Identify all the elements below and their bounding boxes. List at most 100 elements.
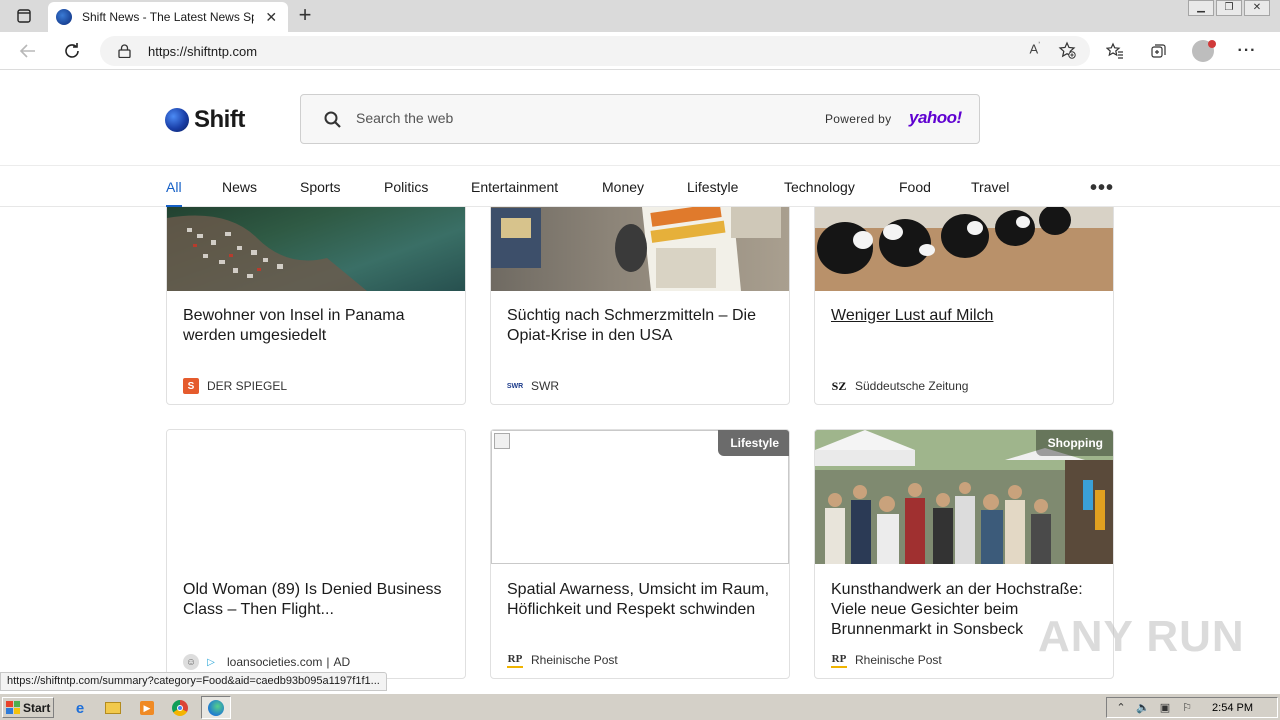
tab-actions-button[interactable] xyxy=(8,4,40,28)
edge-taskbar-button[interactable] xyxy=(201,696,231,719)
category-money[interactable]: Money xyxy=(602,179,644,195)
close-window-icon[interactable]: ✕ xyxy=(1244,0,1270,16)
windows-logo-icon xyxy=(6,701,20,714)
category-travel[interactable]: Travel xyxy=(971,179,1009,195)
tab-bar: Shift News - The Latest News Spc ✕ + ▁ ❐… xyxy=(0,0,1280,32)
restore-icon[interactable]: ❐ xyxy=(1216,0,1242,16)
chrome-icon[interactable] xyxy=(170,698,190,718)
category-lifestyle[interactable]: Lifestyle xyxy=(687,179,738,195)
card-source: RP Rheinische Post xyxy=(831,652,942,668)
anyrun-watermark: ANY RUN xyxy=(1038,612,1245,661)
url-text: https://shiftntp.com xyxy=(148,43,258,59)
card-source: SWR SWR xyxy=(507,378,559,394)
card-source: RP Rheinische Post xyxy=(507,652,618,668)
collections-icon[interactable] xyxy=(1144,38,1174,64)
address-bar: https://shiftntp.com Aʼ ··· xyxy=(0,32,1280,70)
close-tab-icon[interactable]: ✕ xyxy=(262,9,280,26)
category-badge: Shopping xyxy=(1035,430,1113,456)
category-entertainment[interactable]: Entertainment xyxy=(471,179,558,195)
card-image xyxy=(815,207,1113,291)
shift-logo[interactable]: Shift xyxy=(165,106,245,134)
minimize-icon[interactable]: ▁ xyxy=(1188,0,1214,16)
ad-card[interactable]: Old Woman (89) Is Denied Business Class … xyxy=(166,429,466,679)
card-image xyxy=(491,207,789,291)
category-badge: Lifestyle xyxy=(718,430,789,456)
logo-text: Shift xyxy=(194,106,245,133)
add-favorite-icon[interactable] xyxy=(1058,41,1076,64)
card-title[interactable]: Weniger Lust auf Milch xyxy=(831,306,1101,326)
tab-actions-icon xyxy=(17,9,31,23)
tray-expand-icon[interactable]: ⌃ xyxy=(1113,701,1129,715)
rp-logo-icon: RP xyxy=(831,652,847,668)
category-politics[interactable]: Politics xyxy=(384,179,428,195)
news-card[interactable]: Süchtig nach Schmerzmitteln – Die Opiat-… xyxy=(490,207,790,405)
source-name: loansocieties.com xyxy=(227,655,323,669)
card-title[interactable]: Spatial Awarness, Umsicht im Raum, Höfli… xyxy=(507,580,777,620)
ie-icon[interactable]: e xyxy=(70,698,90,718)
news-card[interactable]: Weniger Lust auf Milch SZ Süddeutsche Ze… xyxy=(814,207,1114,405)
yahoo-logo[interactable]: yahoo! xyxy=(909,108,962,128)
shift-logo-icon xyxy=(165,108,189,132)
sz-logo-icon: SZ xyxy=(831,378,847,393)
refresh-icon[interactable] xyxy=(58,38,86,64)
category-technology[interactable]: Technology xyxy=(784,179,855,195)
category-sports[interactable]: Sports xyxy=(300,179,340,195)
broken-image-icon xyxy=(494,433,510,449)
url-field[interactable]: https://shiftntp.com Aʼ xyxy=(100,36,1090,66)
search-box: Powered by yahoo! xyxy=(300,94,980,144)
source-name: Rheinische Post xyxy=(855,653,942,667)
start-label: Start xyxy=(23,700,51,715)
site-header: Shift Powered by yahoo! xyxy=(0,70,1280,166)
advertiser-logo-icon: ☺ xyxy=(183,654,199,670)
status-url-preview: https://shiftntp.com/summary?category=Fo… xyxy=(0,672,387,691)
source-name: Süddeutsche Zeitung xyxy=(855,379,969,393)
favorites-icon[interactable] xyxy=(1100,38,1130,64)
clock[interactable]: 2:54 PM xyxy=(1212,702,1253,714)
lock-icon xyxy=(118,44,131,58)
separator: | xyxy=(326,655,330,669)
settings-more-icon[interactable]: ··· xyxy=(1232,38,1262,64)
new-tab-icon[interactable]: + xyxy=(292,4,318,28)
volume-icon[interactable]: 🔈 xyxy=(1135,701,1151,715)
card-title[interactable]: Bewohner von Insel in Panama werden umge… xyxy=(183,306,453,346)
card-title[interactable]: Old Woman (89) Is Denied Business Class … xyxy=(183,580,453,620)
card-title[interactable]: Süchtig nach Schmerzmitteln – Die Opiat-… xyxy=(507,306,777,346)
card-source: ☺ ▷ loansocieties.com | AD xyxy=(183,654,350,670)
card-source: SZ Süddeutsche Zeitung xyxy=(831,378,969,394)
ad-choices-icon[interactable]: ▷ xyxy=(203,654,219,670)
window-controls: ▁ ❐ ✕ xyxy=(1186,0,1270,16)
source-name: SWR xyxy=(531,379,559,393)
shift-favicon-icon xyxy=(56,9,72,25)
powered-by-label: Powered by xyxy=(825,112,892,126)
network-icon[interactable]: ▣ xyxy=(1157,701,1173,715)
read-aloud-icon[interactable]: Aʼ xyxy=(1030,41,1040,64)
browser-tab[interactable]: Shift News - The Latest News Spc ✕ xyxy=(48,2,288,32)
search-input[interactable] xyxy=(356,110,756,126)
more-categories-icon[interactable]: ••• xyxy=(1090,177,1114,200)
media-player-icon[interactable]: ▶ xyxy=(137,698,157,718)
source-name: DER SPIEGEL xyxy=(207,379,288,393)
rp-logo-icon: RP xyxy=(507,652,523,668)
search-icon[interactable] xyxy=(323,110,343,130)
ad-label: AD xyxy=(333,655,351,669)
profile-avatar[interactable] xyxy=(1188,38,1218,64)
tab-title: Shift News - The Latest News Spc xyxy=(82,10,255,24)
system-tray: ⌃ 🔈 ▣ ⚐ 2:54 PM xyxy=(1106,697,1278,718)
taskbar: Start e ▶ ⌃ 🔈 ▣ ⚐ 2:54 PM xyxy=(0,693,1280,720)
card-source: S DER SPIEGEL xyxy=(183,378,287,394)
spiegel-logo-icon: S xyxy=(183,378,199,394)
swr-logo-icon: SWR xyxy=(506,382,524,390)
folder-icon[interactable] xyxy=(103,698,123,718)
category-food[interactable]: Food xyxy=(899,179,931,195)
back-icon[interactable] xyxy=(14,38,42,64)
category-nav: All News Sports Politics Entertainment M… xyxy=(0,167,1280,207)
category-news[interactable]: News xyxy=(222,179,257,195)
start-button[interactable]: Start xyxy=(2,697,54,718)
category-all[interactable]: All xyxy=(166,179,182,207)
action-center-flag-icon[interactable]: ⚐ xyxy=(1179,701,1195,715)
card-image xyxy=(167,430,465,564)
news-card[interactable]: Lifestyle Spatial Awarness, Umsicht im R… xyxy=(490,429,790,679)
card-image xyxy=(167,207,465,291)
source-name: Rheinische Post xyxy=(531,653,618,667)
news-card[interactable]: Bewohner von Insel in Panama werden umge… xyxy=(166,207,466,405)
